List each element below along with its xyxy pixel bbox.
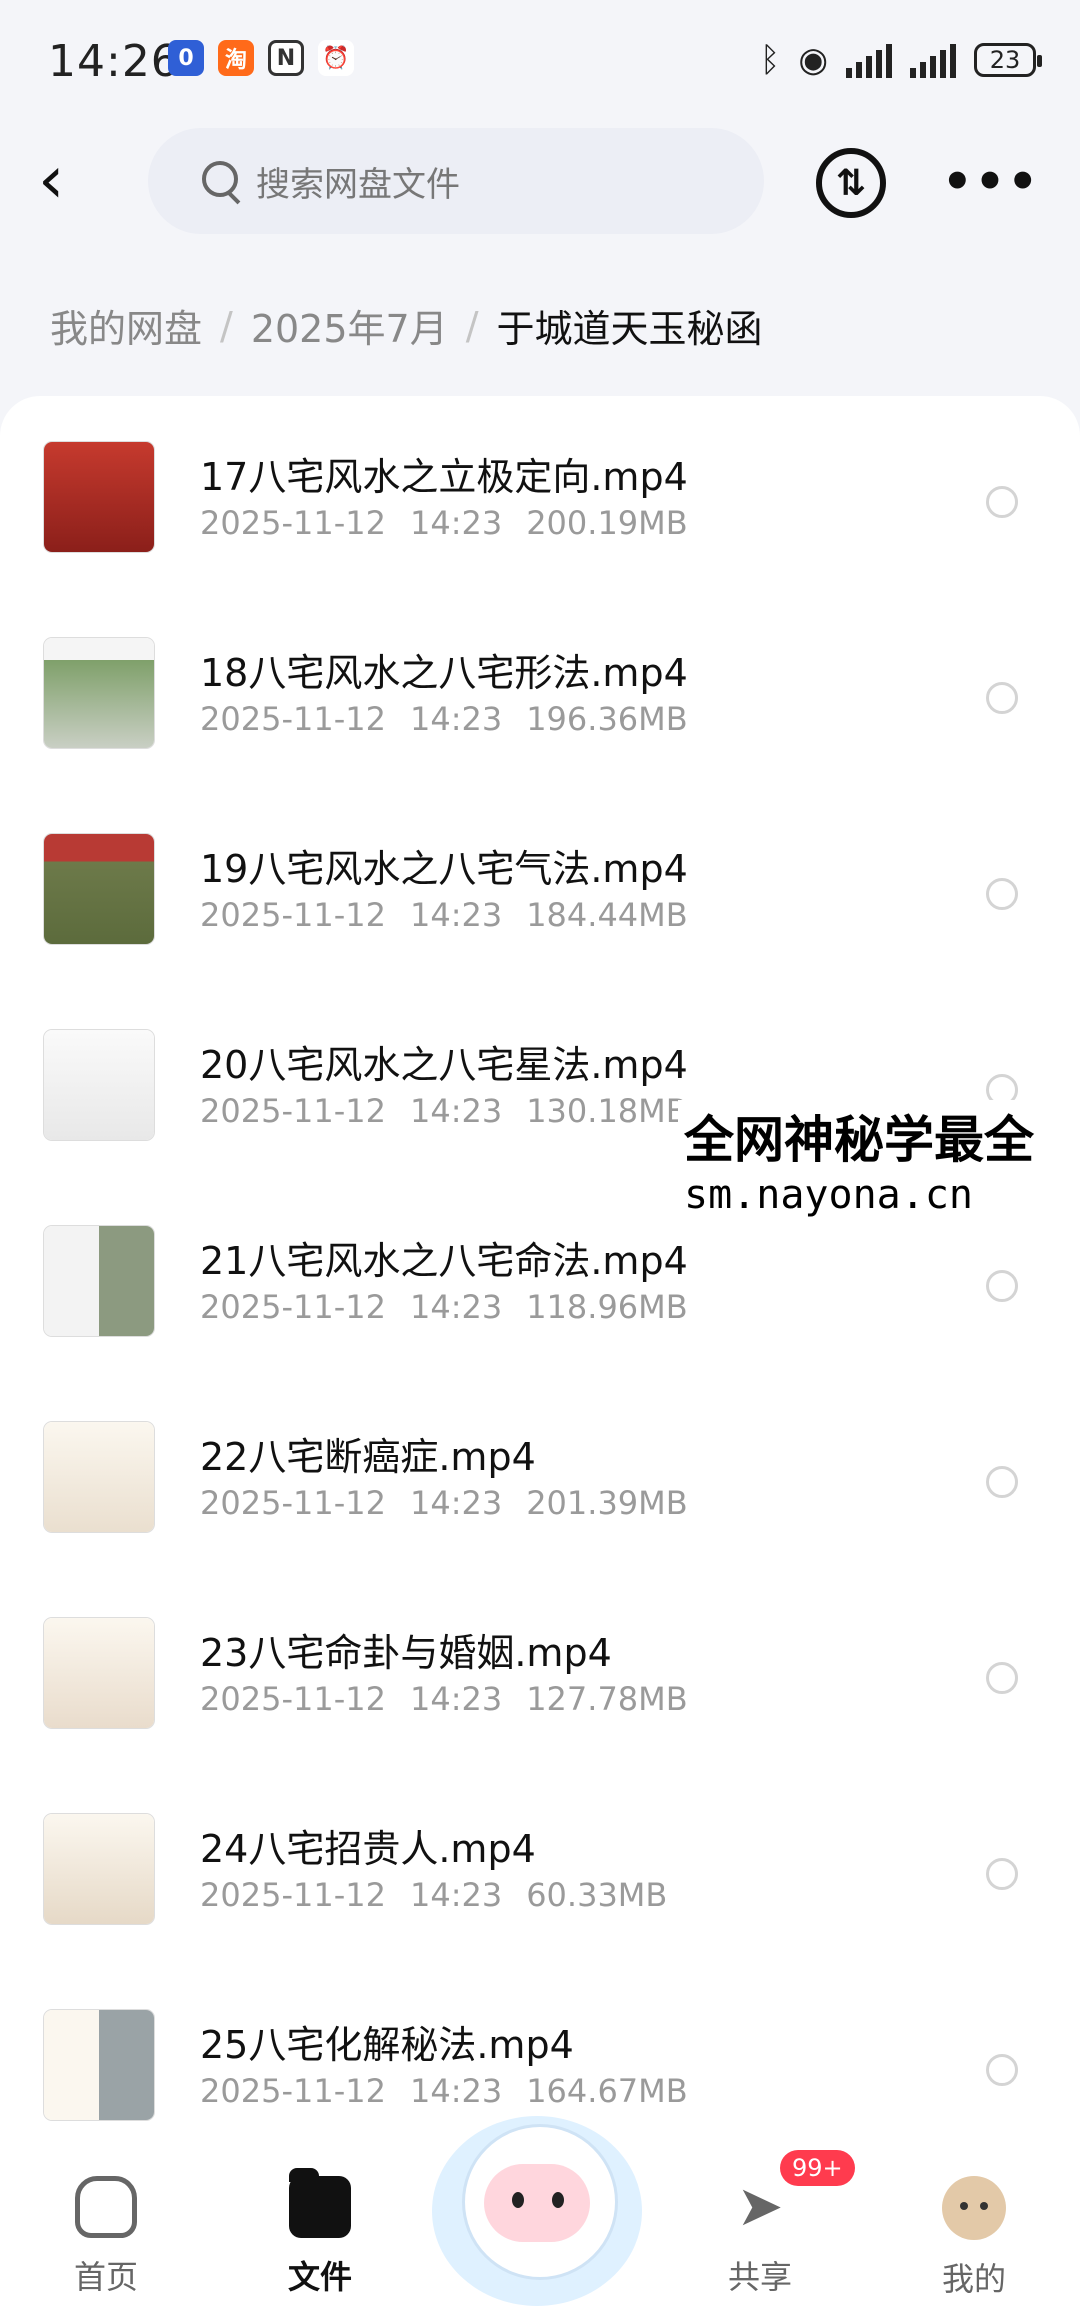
alarm-icon: ⏰: [318, 40, 354, 76]
video-thumbnail: [44, 2010, 154, 2120]
more-options-icon[interactable]: •••: [942, 154, 1040, 210]
watermark-line1: 全网神秘学最全: [684, 1111, 1034, 1169]
select-radio[interactable]: [986, 2054, 1018, 2086]
file-meta: 2025-11-12 14:23 184.44MB: [200, 896, 688, 934]
file-name: 18八宅风水之八宅形法.mp4: [200, 651, 688, 695]
breadcrumb-separator: /: [465, 303, 479, 348]
tab-home[interactable]: 首页: [36, 2176, 176, 2298]
file-meta: 2025-11-12 14:23 164.67MB: [200, 2072, 688, 2110]
video-thumbnail: [44, 1226, 154, 1336]
nfc-icon: N: [268, 40, 304, 76]
select-radio[interactable]: [986, 1466, 1018, 1498]
select-radio[interactable]: [986, 1662, 1018, 1694]
breadcrumb-current: 于城道天玉秘函: [496, 307, 763, 351]
file-name: 19八宅风水之八宅气法.mp4: [200, 847, 688, 891]
file-name: 17八宅风水之立极定向.mp4: [200, 455, 688, 499]
battery-icon: 23: [974, 43, 1042, 77]
search-bar[interactable]: 搜索网盘文件: [148, 128, 764, 234]
file-row[interactable]: 21八宅风水之八宅命法.mp4 2025-11-12 14:23 118.96MB: [0, 1226, 1080, 1422]
video-thumbnail: [44, 638, 154, 748]
file-name: 23八宅命卦与婚姻.mp4: [200, 1631, 612, 1675]
mascot-eye: [552, 2192, 564, 2208]
transfer-icon[interactable]: ⇅: [816, 148, 886, 218]
tab-me-label: 我的: [941, 2260, 1006, 2298]
share-badge: 99+: [780, 2150, 855, 2186]
select-radio[interactable]: [986, 682, 1018, 714]
breadcrumb-item-month[interactable]: 2025年7月: [251, 298, 448, 353]
mascot-assistant-button[interactable]: [432, 2106, 642, 2306]
folder-icon: [289, 2168, 351, 2238]
tab-share-label: 共享: [727, 2258, 792, 2296]
breadcrumb-item-root[interactable]: 我的网盘: [50, 298, 202, 353]
file-meta: 2025-11-12 14:23 201.39MB: [200, 1484, 688, 1522]
file-row[interactable]: 19八宅风水之八宅气法.mp4 2025-11-12 14:23 184.44MB: [0, 834, 1080, 1030]
file-name: 21八宅风水之八宅命法.mp4: [200, 1239, 688, 1283]
file-name: 22八宅断癌症.mp4: [200, 1435, 536, 1479]
select-radio[interactable]: [986, 486, 1018, 518]
tab-files-label: 文件: [287, 2258, 352, 2296]
status-time: 14:26: [48, 36, 180, 87]
video-thumbnail: [44, 1618, 154, 1728]
file-meta: 2025-11-12 14:23 127.78MB: [200, 1680, 688, 1718]
tab-me[interactable]: 我的: [904, 2176, 1044, 2300]
file-row[interactable]: 23八宅命卦与婚姻.mp4 2025-11-12 14:23 127.78MB: [0, 1618, 1080, 1814]
select-radio[interactable]: [986, 878, 1018, 910]
bluetooth-icon: ᛒ: [759, 40, 781, 80]
file-meta: 2025-11-12 14:23 196.36MB: [200, 700, 688, 738]
home-icon: [75, 2176, 137, 2238]
search-input[interactable]: 搜索网盘文件: [256, 157, 460, 206]
select-radio[interactable]: [986, 1858, 1018, 1890]
file-name: 20八宅风水之八宅星法.mp4: [200, 1043, 688, 1087]
back-icon[interactable]: ‹: [38, 147, 88, 214]
file-meta: 2025-11-12 14:23 200.19MB: [200, 504, 688, 542]
file-row[interactable]: 17八宅风水之立极定向.mp4 2025-11-12 14:23 200.19MB: [0, 442, 1080, 638]
video-thumbnail: [44, 1422, 154, 1532]
avatar: [942, 2176, 1006, 2240]
file-row[interactable]: 18八宅风水之八宅形法.mp4 2025-11-12 14:23 196.36MB: [0, 638, 1080, 834]
breadcrumb: 我的网盘 / 2025年7月 / 于城道天玉秘函: [50, 298, 763, 353]
file-meta: 2025-11-12 14:23 118.96MB: [200, 1288, 688, 1326]
file-row[interactable]: 22八宅断癌症.mp4 2025-11-12 14:23 201.39MB: [0, 1422, 1080, 1618]
search-icon: [200, 159, 244, 203]
status-indicators: ᛒ ◉ 23: [759, 40, 1042, 80]
tab-files[interactable]: 文件: [250, 2168, 390, 2298]
mascot-eye: [512, 2192, 524, 2208]
breadcrumb-separator: /: [220, 303, 233, 348]
video-thumbnail: [44, 834, 154, 944]
taobao-app-icon: 淘: [218, 40, 254, 76]
status-app-icons: 0 淘 N ⏰: [168, 40, 354, 76]
file-meta: 2025-11-12 14:23 60.33MB: [200, 1876, 668, 1914]
signal-icon-2: [910, 42, 956, 78]
file-name: 24八宅招贵人.mp4: [200, 1827, 536, 1871]
video-thumbnail: [44, 1814, 154, 1924]
watermark-overlay: 全网神秘学最全 sm.nayona.cn: [678, 1100, 1040, 1218]
calendar-app-icon: 0: [168, 40, 204, 76]
status-bar: 14:26 0 淘 N ⏰ ᛒ ◉ 23: [0, 0, 1080, 130]
file-meta: 2025-11-12 14:23 130.18MB: [200, 1092, 688, 1130]
paper-plane-icon: ➤: [736, 2174, 784, 2239]
signal-icon: [846, 42, 892, 78]
file-name: 25八宅化解秘法.mp4: [200, 2023, 574, 2067]
tab-share[interactable]: ➤ 共享: [690, 2176, 830, 2298]
file-list: 17八宅风水之立极定向.mp4 2025-11-12 14:23 200.19MB …: [0, 396, 1080, 2136]
tab-home-label: 首页: [73, 2258, 138, 2296]
hotspot-icon: ◉: [798, 40, 828, 80]
file-row[interactable]: 24八宅招贵人.mp4 2025-11-12 14:23 60.33MB: [0, 1814, 1080, 2010]
video-thumbnail: [44, 1030, 154, 1140]
mascot-face: [484, 2164, 590, 2242]
video-thumbnail: [44, 442, 154, 552]
select-radio[interactable]: [986, 1270, 1018, 1302]
watermark-line2: sm.nayona.cn: [684, 1172, 973, 1218]
